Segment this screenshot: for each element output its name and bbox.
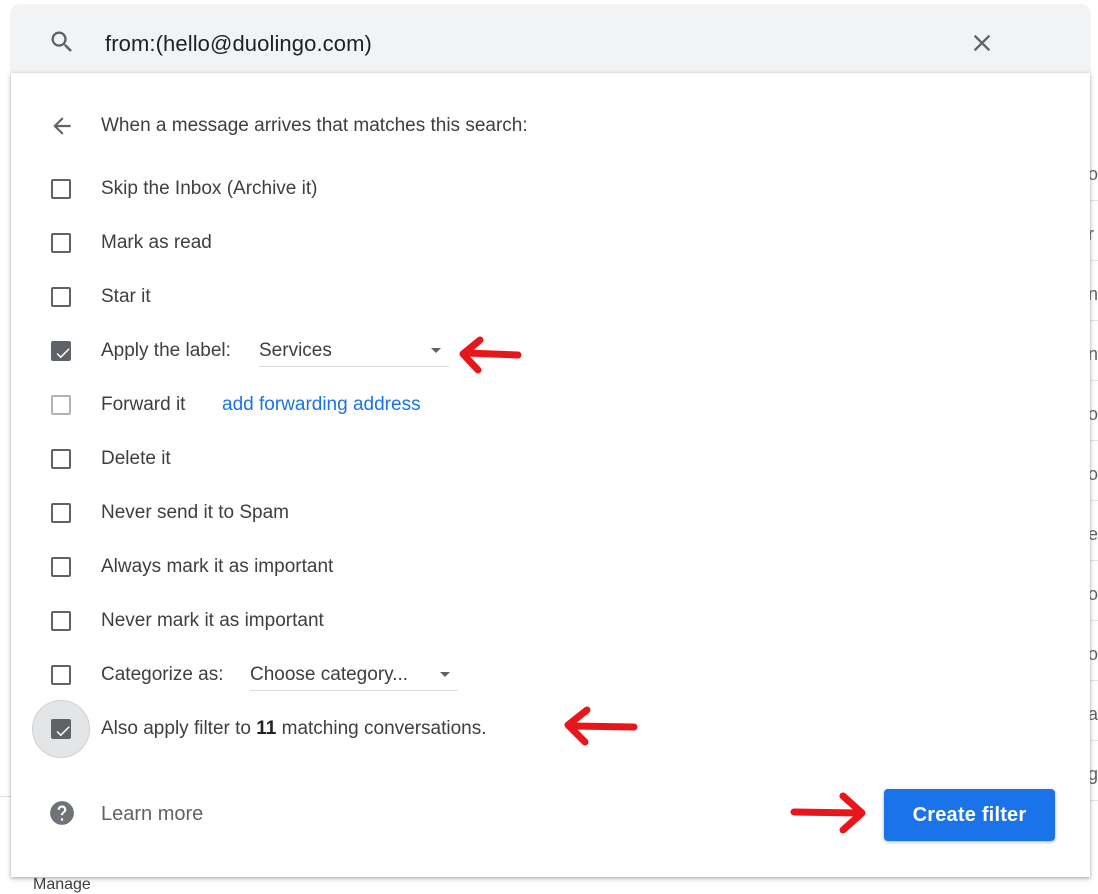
skip-inbox-label: Skip the Inbox (Archive it) [101,178,318,199]
always-important-label: Always mark it as important [101,556,334,577]
option-always-important: Always mark it as important [11,548,1090,588]
never-spam-label: Never send it to Spam [101,502,289,523]
add-forwarding-address-link[interactable]: add forwarding address [222,394,421,416]
never-important-label: Never mark it as important [101,610,324,631]
delete-label: Delete it [101,448,171,469]
create-filter-button[interactable]: Create filter [884,789,1055,841]
red-arrow-annotation [459,336,522,374]
mark-read-checkbox[interactable] [51,233,71,253]
back-arrow-icon[interactable] [49,113,75,139]
also-apply-checkbox[interactable] [51,719,71,739]
check-icon [56,348,70,359]
never-important-checkbox[interactable] [51,611,71,631]
never-spam-checkbox[interactable] [51,503,71,523]
option-apply-label: Apply the label: Services [11,332,1090,372]
panel-footer: Learn more Create filter [11,789,1090,841]
panel-header: When a message arrives that matches this… [11,111,1090,141]
star-label: Star it [101,286,151,307]
categorize-checkbox[interactable] [51,665,71,685]
option-never-spam: Never send it to Spam [11,494,1090,534]
manage-link[interactable]: Manage [33,876,91,894]
skip-inbox-checkbox[interactable] [51,179,71,199]
option-never-important: Never mark it as important [11,602,1090,642]
help-icon[interactable] [49,800,75,826]
delete-checkbox[interactable] [51,449,71,469]
mark-read-label: Mark as read [101,232,212,253]
forward-checkbox[interactable] [51,395,71,415]
filter-options-panel: When a message arrives that matches this… [11,73,1090,877]
red-arrow-annotation [564,706,638,746]
categorize-label: Categorize as: [101,664,224,685]
category-select[interactable]: Choose category... [250,660,458,691]
apply-label-label: Apply the label: [101,340,231,361]
option-mark-read: Mark as read [11,224,1090,264]
red-arrow-annotation [790,792,866,834]
matching-count: 11 [256,718,277,739]
option-also-apply: Also apply filter to 11 matching convers… [11,700,1090,758]
search-bar: from:(hello@duolingo.com) [10,4,1091,74]
header-text: When a message arrives that matches this… [101,115,528,136]
always-important-checkbox[interactable] [51,557,71,577]
option-star: Star it [11,278,1090,318]
star-checkbox[interactable] [51,287,71,307]
search-input[interactable]: from:(hello@duolingo.com) [105,31,372,57]
caret-down-icon [440,672,450,677]
apply-label-checkbox[interactable] [51,341,71,361]
option-forward: Forward it add forwarding address [11,386,1090,426]
search-icon[interactable] [48,28,76,56]
option-skip-inbox: Skip the Inbox (Archive it) [11,170,1090,210]
also-apply-label: Also apply filter to 11 matching convers… [101,718,487,739]
forward-label: Forward it [101,394,186,415]
option-delete: Delete it [11,440,1090,480]
label-select-value: Services [259,340,332,361]
close-icon[interactable] [968,29,996,57]
check-icon [56,726,70,737]
label-select[interactable]: Services [259,336,449,367]
option-categorize: Categorize as: Choose category... [11,656,1090,696]
category-select-value: Choose category... [250,664,409,685]
caret-down-icon [431,348,441,353]
learn-more-link[interactable]: Learn more [101,803,203,826]
